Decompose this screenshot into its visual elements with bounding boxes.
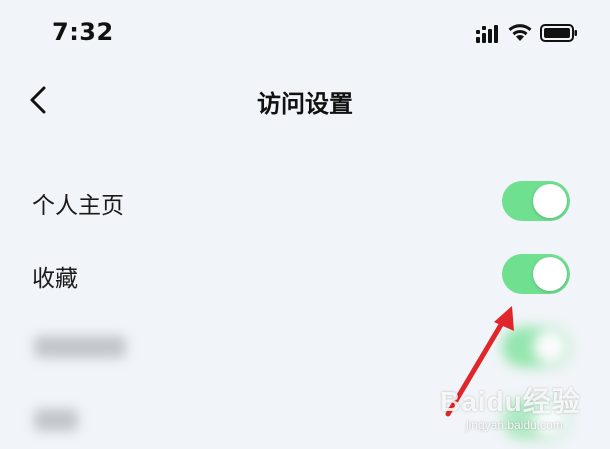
status-bar: 7:32	[0, 0, 610, 66]
obscured-label	[34, 336, 126, 358]
watermark-url: jingyan.baidu.com	[466, 418, 563, 432]
nav-bar: 访问设置	[0, 66, 610, 136]
watermark: Baidu经验 jingyan.baidu.com	[440, 380, 605, 444]
page-title: 访问设置	[257, 90, 353, 118]
obscured-label	[34, 409, 78, 431]
status-time: 7:32	[52, 18, 114, 46]
setting-row-profile: 个人主页	[0, 164, 610, 236]
toggle-knob	[533, 184, 567, 218]
favorites-toggle[interactable]	[502, 254, 570, 294]
battery-icon	[540, 24, 577, 42]
watermark-brand: Baidu经验	[440, 386, 581, 417]
profile-toggle[interactable]	[502, 181, 570, 221]
toggle-knob	[533, 330, 567, 364]
obscured-toggle[interactable]	[502, 327, 570, 367]
signal-icon	[476, 25, 498, 43]
toggle-knob	[533, 257, 567, 291]
setting-label: 收藏	[32, 266, 78, 292]
wifi-icon	[508, 24, 532, 41]
setting-row-favorites: 收藏	[0, 237, 610, 309]
setting-label: 个人主页	[32, 193, 124, 219]
phone-screen: 7:32 访问设置 个人主页 收藏 Baidu经验 jingyan.baidu.…	[0, 0, 610, 449]
setting-row-obscured	[0, 310, 610, 382]
